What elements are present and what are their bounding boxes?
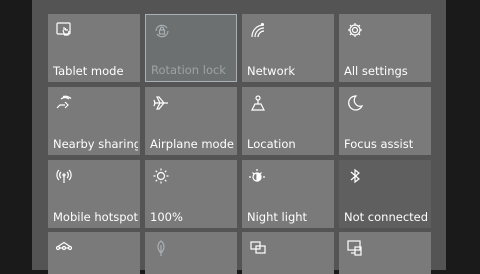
hotspot-icon: [54, 166, 74, 186]
bluetooth-icon: [345, 166, 365, 186]
battery-saver-leaf-icon: [151, 238, 171, 258]
airplane-icon: [151, 93, 171, 113]
tile-label: All settings: [344, 64, 408, 78]
connect-tile[interactable]: [339, 232, 431, 274]
rotation-lock-tile[interactable]: Rotation lock: [145, 14, 237, 82]
location-icon: [248, 93, 268, 113]
network-tile[interactable]: Network: [242, 14, 334, 82]
tile-label: Airplane mode: [150, 137, 234, 151]
mobile-hotspot-tile[interactable]: Mobile hotspot: [48, 160, 140, 228]
tile-label: 100%: [150, 210, 183, 224]
tile-label: Tablet mode: [53, 64, 124, 78]
night-light-tile[interactable]: Night light: [242, 160, 334, 228]
moon-icon: [345, 93, 365, 113]
network-icon: [248, 20, 268, 40]
tile-label: Not connected: [344, 210, 429, 224]
night-light-icon: [248, 166, 268, 186]
nearby-sharing-tile[interactable]: Nearby sharing: [48, 87, 140, 155]
tile-label: Mobile hotspot: [53, 210, 138, 224]
tile-label: Network: [247, 64, 296, 78]
connect-icon: [345, 238, 365, 258]
action-center-quick-actions: Tablet mode Rotation lock Network All se…: [32, 0, 446, 274]
bluetooth-tile[interactable]: Not connected: [339, 160, 431, 228]
nearby-sharing-icon: [54, 93, 74, 113]
tablet-mode-tile[interactable]: Tablet mode: [48, 14, 140, 82]
tile-label: Focus assist: [344, 137, 414, 151]
rotation-lock-icon: [152, 21, 172, 41]
settings-gear-icon: [345, 20, 365, 40]
location-tile[interactable]: Location: [242, 87, 334, 155]
tile-label: Night light: [247, 210, 308, 224]
airplane-mode-tile[interactable]: Airplane mode: [145, 87, 237, 155]
brightness-tile[interactable]: 100%: [145, 160, 237, 228]
vpn-tile[interactable]: [48, 232, 140, 274]
all-settings-tile[interactable]: All settings: [339, 14, 431, 82]
project-icon: [248, 238, 268, 258]
tablet-mode-icon: [54, 20, 74, 40]
tile-label: Rotation lock: [151, 63, 226, 77]
vpn-icon: [54, 238, 74, 258]
focus-assist-tile[interactable]: Focus assist: [339, 87, 431, 155]
project-tile[interactable]: [242, 232, 334, 274]
tile-label: Location: [247, 137, 296, 151]
battery-saver-tile[interactable]: [145, 232, 237, 274]
tile-label: Nearby sharing: [53, 137, 138, 151]
brightness-icon: [151, 166, 171, 186]
